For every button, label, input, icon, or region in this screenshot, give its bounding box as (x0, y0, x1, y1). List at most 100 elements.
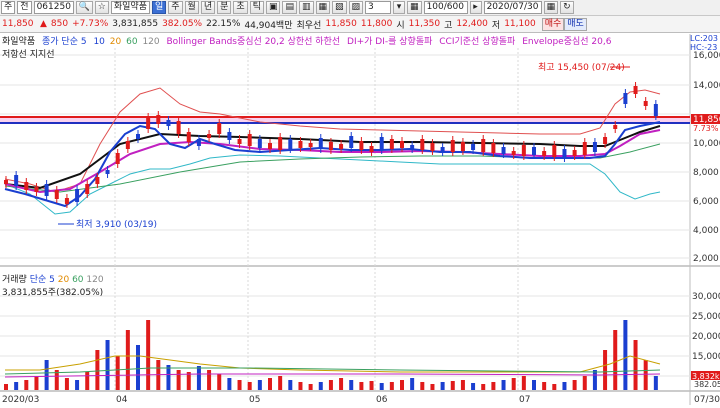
volume-bar (592, 370, 597, 390)
open-label: 시 (396, 20, 405, 31)
volume-bar (227, 378, 232, 390)
volume-axis-tick: 15,000 (692, 352, 720, 362)
legend-ma60: 60 (126, 37, 138, 47)
volume-bar (369, 381, 374, 390)
volume-bar (623, 320, 628, 390)
volume-bar (257, 380, 262, 390)
volume-bar (603, 350, 608, 390)
search-icon[interactable]: 🔍 (75, 1, 93, 14)
high-price: 12,400 (456, 19, 488, 29)
refresh-icon[interactable]: ↻ (560, 1, 574, 14)
tool-icon-1[interactable]: ▣ (265, 1, 281, 14)
volume-bar (34, 376, 39, 390)
calendar-icon[interactable]: ▦ (543, 1, 559, 14)
tab-week[interactable]: 주 (168, 1, 183, 14)
candle-body (268, 143, 272, 149)
count-icon[interactable]: ▸ (469, 1, 482, 14)
date-axis-tick: 2020/03 (2, 395, 39, 405)
volume-bar (552, 384, 557, 390)
candle-body (460, 142, 465, 151)
volume-ma60: 60 (72, 275, 84, 285)
sell-button[interactable]: 매도 (564, 17, 587, 31)
candle-body (44, 184, 49, 196)
price-axis-tick: 4,000 (693, 226, 719, 236)
interval-dropdown-icon[interactable]: ▾ (393, 1, 406, 14)
legend-dmi: DI+가 DI-를 상향돌파 (347, 37, 433, 47)
candle-body (400, 141, 404, 148)
candle-body (369, 146, 374, 152)
candle-body (613, 125, 618, 129)
legend-cci: CCI기준선 상향돌파 (439, 37, 516, 47)
candle-body (440, 147, 445, 152)
candle-body (217, 123, 222, 134)
candle-body (349, 136, 354, 148)
price-chart[interactable]: 최고 15,450 (07/24) 최저 3,910 (03/19) 16,00… (0, 34, 720, 405)
candle-body (196, 139, 201, 146)
candle-body (278, 137, 283, 150)
date-axis-tick: 07 (519, 395, 530, 405)
candle-body (288, 139, 293, 149)
date-axis-tick: 04 (116, 395, 128, 405)
menu-select[interactable]: 주 (1, 1, 16, 14)
candle-body (420, 139, 425, 150)
stock-code-input[interactable]: 061250 (33, 1, 74, 14)
volume-bar (278, 376, 283, 390)
volume-bar (379, 383, 384, 390)
volume-value-line: 3,831,855주(382.05%) (2, 288, 104, 298)
chart-area[interactable]: 최고 15,450 (07/24) 최저 3,910 (03/19) 16,00… (0, 34, 720, 405)
price-axis-tick: 16,000 (693, 51, 720, 61)
candle-body (623, 93, 628, 104)
volume-bar (491, 382, 496, 390)
candle-body (471, 144, 476, 150)
date-input[interactable]: 2020/07/30 (483, 1, 542, 14)
tool-icon-4[interactable]: ▦ (315, 1, 331, 14)
tool-icon-5[interactable]: ▧ (332, 1, 347, 14)
market-type-select[interactable]: 전 (17, 1, 32, 14)
quote-toolbar: 주 전 061250 🔍 ☆ 화일약품 일 주 월 년 분 초 틱 ▣ ▤ ▥ … (0, 0, 720, 16)
tab-second[interactable]: 초 (233, 1, 248, 14)
volume-bar (359, 382, 364, 390)
low-label: 저 (491, 20, 501, 31)
volume-legend: 거래량 단순 5 20 60 120 3,831,855주(382.05%) (2, 272, 104, 298)
tab-year[interactable]: 년 (200, 1, 216, 14)
tab-day[interactable]: 일 (151, 1, 167, 14)
low-note: 최저 3,910 (03/19) (76, 219, 157, 230)
candle-body (54, 190, 59, 199)
candle-body (521, 145, 526, 156)
tool-icon-2[interactable]: ▤ (282, 1, 297, 14)
legend-ma120: 120 (142, 37, 160, 47)
volume-bar (572, 380, 577, 390)
volume-bar (288, 380, 293, 390)
price-axis-tick: 2,000 (693, 254, 719, 264)
change-percent: +7.73% (72, 19, 109, 29)
tool-icon-3[interactable]: ▥ (298, 1, 314, 14)
favorite-icon[interactable]: ☆ (94, 1, 109, 14)
volume-axis-tick: 25,000 (692, 312, 720, 322)
quote-bar: 11,850 ▲ 850 +7.73% 3,831,855 382.05% 22… (0, 16, 720, 33)
interval-input[interactable]: 3 (365, 1, 392, 14)
price-axis-tick: 14,000 (693, 81, 720, 91)
trade-amount: 44,904백만 (244, 20, 293, 31)
volume-bar (511, 378, 516, 390)
volume-ma120: 120 (86, 275, 104, 285)
lc-tag: LC:203 (690, 34, 718, 43)
volume-bar (125, 330, 130, 390)
volume-bar (471, 383, 476, 390)
candle-body (186, 132, 191, 142)
count-input[interactable]: 100/600 (423, 1, 468, 14)
tab-minute[interactable]: 분 (217, 1, 232, 14)
grid-icon[interactable]: ▦ (407, 1, 422, 14)
volume-bar (501, 380, 506, 390)
legend-ma5: 종가 단순 5 (42, 37, 87, 47)
tab-month[interactable]: 월 (184, 1, 199, 14)
change-value: 850 (50, 19, 69, 29)
tool-icon-6[interactable]: ▨ (348, 1, 364, 14)
volume-bar (562, 382, 567, 390)
volume-axis-tick: 30,000 (692, 292, 720, 302)
percent-tag: 7.73% (693, 124, 719, 133)
candle-body (653, 104, 658, 116)
tab-tick[interactable]: 틱 (249, 1, 264, 14)
buy-button[interactable]: 매수 (541, 17, 565, 31)
candle-body (572, 150, 577, 156)
volume-bar (95, 350, 100, 390)
